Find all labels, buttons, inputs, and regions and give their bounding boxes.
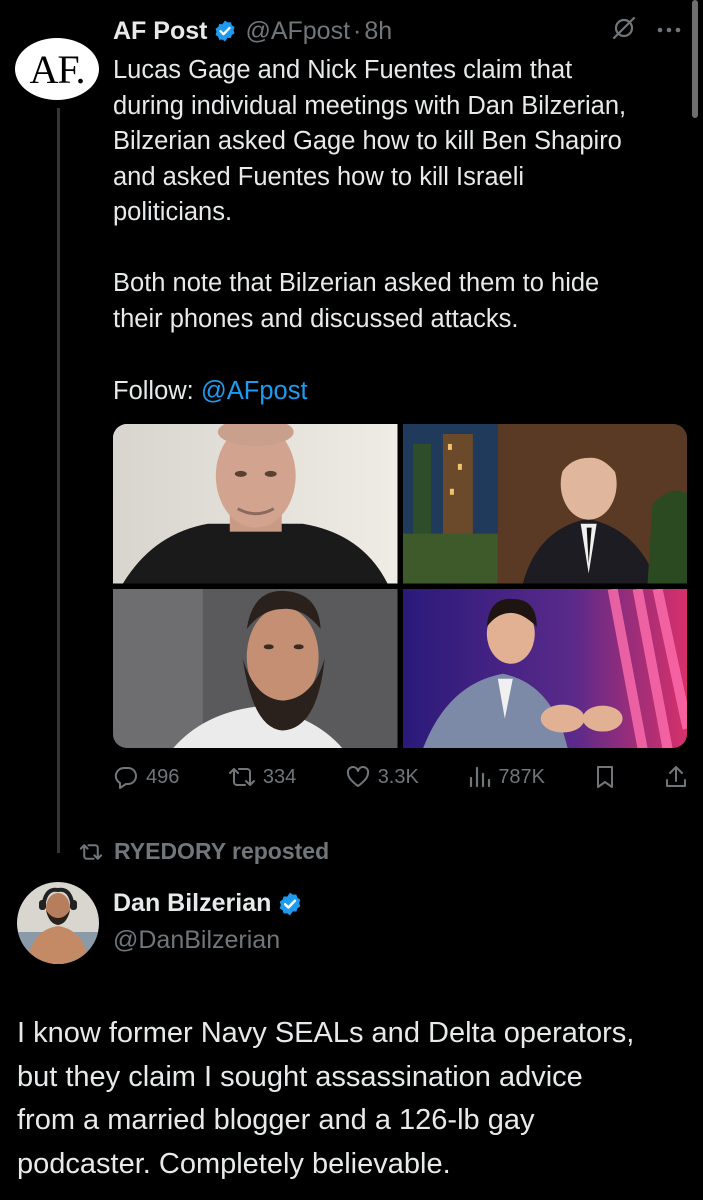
- media-photo-4[interactable]: [402, 588, 687, 748]
- share-icon: [665, 766, 686, 787]
- grok-icon[interactable]: [610, 14, 638, 47]
- dan-name-row: Dan Bilzerian: [113, 889, 303, 918]
- dan-author-handle[interactable]: @DanBilzerian: [113, 926, 280, 955]
- share-action[interactable]: [664, 764, 688, 790]
- media-photo-3[interactable]: [113, 588, 398, 748]
- tweet-top-icons: [610, 14, 682, 47]
- tweet-header: AF Post @AFpost · 8h: [113, 14, 392, 48]
- verified-badge-icon: [213, 19, 237, 43]
- follow-prefix: Follow:: [113, 377, 201, 405]
- avatar-logo-text: AF.: [29, 46, 86, 92]
- post-time[interactable]: 8h: [364, 17, 392, 46]
- thread-connector-line: [57, 108, 60, 853]
- repost-count: 334: [262, 765, 297, 788]
- af-post-avatar[interactable]: AF.: [15, 38, 99, 100]
- action-bar: 496 334 3.3K 787K: [113, 760, 688, 794]
- repost-indicator[interactable]: RYEDORY reposted: [78, 838, 329, 865]
- repost-small-icon: [79, 843, 103, 860]
- media-photo-2[interactable]: [402, 424, 687, 584]
- reply-icon: [114, 766, 137, 789]
- author-handle[interactable]: @AFpost: [245, 17, 350, 46]
- dan-tweet-body: I know former Navy SEALs and Delta opera…: [17, 1017, 635, 1180]
- header-separator: ·: [353, 16, 362, 45]
- scrollbar[interactable]: [692, 0, 698, 118]
- repost-icon: [228, 768, 255, 786]
- media-photo-1[interactable]: [113, 424, 398, 584]
- views-action[interactable]: 787K: [467, 764, 545, 790]
- bookmark-icon: [596, 766, 613, 788]
- heart-icon: [346, 765, 369, 787]
- reply-action[interactable]: 496: [113, 764, 179, 790]
- author-name[interactable]: AF Post: [113, 17, 207, 46]
- dan-author-name[interactable]: Dan Bilzerian: [113, 889, 271, 918]
- like-action[interactable]: 3.3K: [345, 764, 419, 790]
- repost-label: RYEDORY reposted: [114, 838, 330, 864]
- views-icon: [470, 766, 491, 788]
- reply-count: 496: [146, 765, 180, 788]
- follow-mention-link[interactable]: @AFpost: [201, 377, 308, 405]
- dan-verified-badge-icon: [277, 891, 303, 917]
- views-count: 787K: [498, 765, 546, 788]
- more-options-icon[interactable]: [656, 22, 682, 40]
- repost-action[interactable]: 334: [228, 764, 296, 790]
- follow-line: Follow: @AFpost: [113, 374, 308, 409]
- tweet-body: Lucas Gage and Nick Fuentes claim that d…: [113, 56, 627, 333]
- media-grid: [113, 424, 687, 748]
- bookmark-action[interactable]: [594, 764, 616, 790]
- like-count: 3.3K: [377, 765, 419, 788]
- dan-bilzerian-avatar[interactable]: [17, 882, 99, 964]
